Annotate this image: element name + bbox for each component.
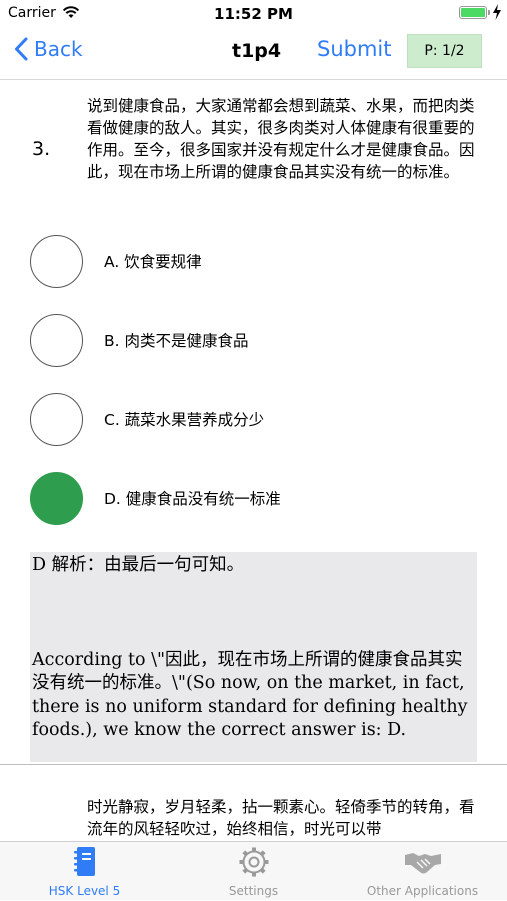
- question-number: 3.: [32, 138, 51, 160]
- notebook-icon: [73, 847, 95, 876]
- charging-bolt-icon: [493, 4, 501, 20]
- submit-button[interactable]: Submit: [317, 37, 392, 61]
- explanation-answer: D 解析：由最后一句可知。: [32, 555, 245, 575]
- option-d[interactable]: D. 健康食品没有统一标准: [30, 469, 490, 527]
- explanation-text: According to \"因此，现在市场上所谓的健康食品其实没有统一的标准。…: [32, 649, 468, 741]
- navigation-bar: Back t1p4 Submit P: 1/2: [0, 28, 507, 80]
- back-button[interactable]: Back: [14, 37, 83, 61]
- page-indicator: P: 1/2: [407, 34, 482, 68]
- gear-icon: [239, 847, 268, 877]
- tab-hsk-level-5[interactable]: HSK Level 5: [0, 842, 169, 901]
- page-title: t1p4: [232, 40, 282, 62]
- battery-icon: [459, 6, 487, 19]
- option-c[interactable]: C. 蔬菜水果营养成分少: [30, 390, 490, 448]
- explanation-panel: D 解析：由最后一句可知。 According to \"因此，现在市场上所谓的…: [30, 552, 477, 762]
- option-a-label: A. 饮食要规律: [104, 253, 202, 271]
- option-b[interactable]: B. 肉类不是健康食品: [30, 311, 490, 369]
- option-a[interactable]: A. 饮食要规律: [30, 232, 490, 290]
- tab-other-applications[interactable]: Other Applications: [338, 842, 507, 901]
- tab-bar: HSK Level 5 Settings Other Applications: [0, 841, 507, 900]
- chevron-left-icon: [15, 37, 28, 61]
- question-text: 说到健康食品，大家通常都会想到蔬菜、水果，而把肉类看做健康的敌人。其实，很多肉类…: [87, 97, 475, 181]
- option-c-label: C. 蔬菜水果营养成分少: [104, 411, 265, 429]
- option-b-label: B. 肉类不是健康食品: [104, 332, 249, 350]
- option-b-radio[interactable]: [30, 313, 83, 367]
- battery-nub: [488, 10, 490, 15]
- option-d-radio[interactable]: [30, 471, 83, 525]
- section-divider: [0, 764, 507, 765]
- option-a-radio[interactable]: [30, 234, 83, 288]
- option-d-label: D. 健康食品没有统一标准: [104, 490, 281, 508]
- tab-settings[interactable]: Settings: [169, 842, 338, 901]
- tab-label: Settings: [228, 884, 279, 898]
- tab-label: Other Applications: [366, 884, 479, 898]
- tab-label: HSK Level 5: [48, 884, 121, 898]
- option-c-radio[interactable]: [30, 392, 83, 446]
- next-passage-text: 时光静寂，岁月轻柔，拈一颗素心。轻倚季节的转角，看流年的风轻轻吹过，始终相信，时…: [87, 798, 475, 838]
- status-time: 11:52 PM: [214, 5, 293, 23]
- status-bar: Carrier 11:52 PM: [0, 0, 507, 28]
- handshake-icon: [404, 853, 441, 874]
- back-label: Back: [34, 37, 83, 61]
